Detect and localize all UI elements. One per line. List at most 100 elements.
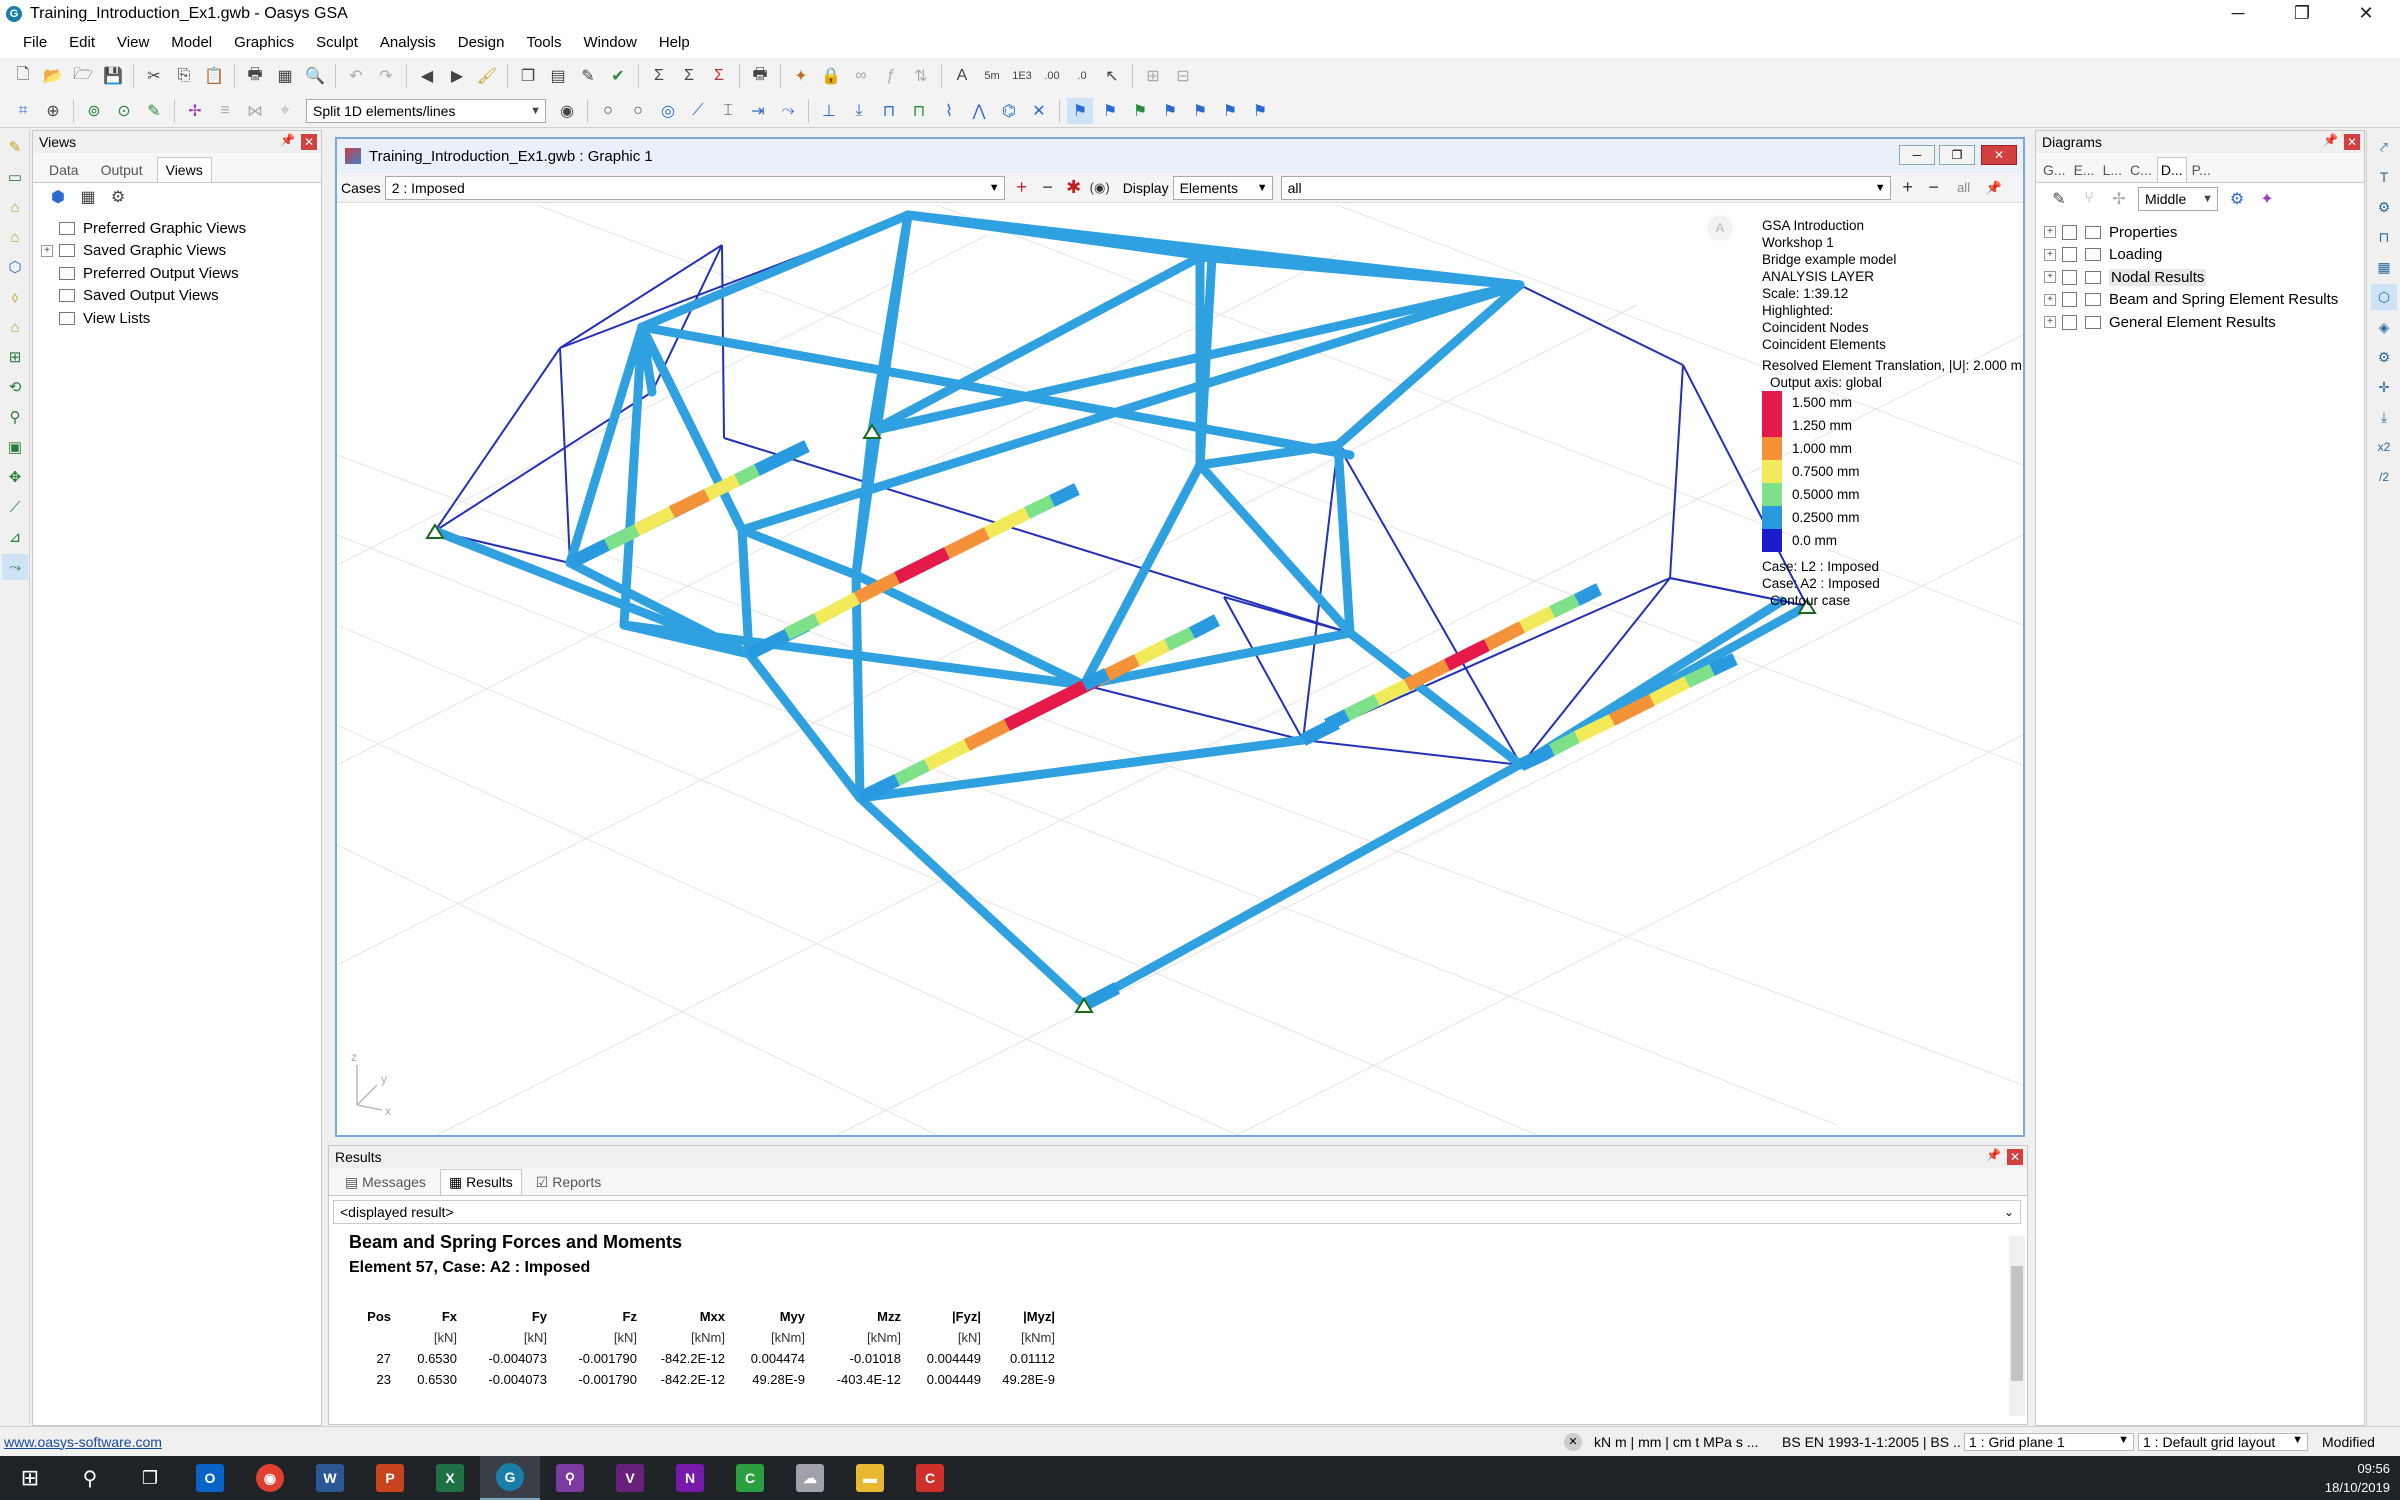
support-icon[interactable]: ⊥ (816, 98, 842, 124)
windows-start-icon[interactable]: ⊞ (0, 1456, 60, 1500)
redo-icon[interactable]: ↷ (373, 63, 399, 89)
select-icon[interactable]: ⌗ (10, 98, 36, 124)
increase-decimal-icon[interactable]: .00 (1039, 63, 1065, 89)
results-diagram3-icon[interactable]: ⚑ (1127, 98, 1153, 124)
graphic-canvas[interactable]: z y x A GSA Introduction Workshop 1 Brid… (337, 205, 2023, 1135)
diagrams-panel-close-button[interactable]: ✕ (2344, 134, 2360, 150)
cube-tool-icon[interactable]: ⬡ (2371, 284, 2397, 310)
wizard-icon[interactable]: ✱ (1063, 177, 1085, 198)
menu-model[interactable]: Model (160, 28, 223, 58)
filter-tool-icon[interactable]: ⚙ (2371, 344, 2397, 370)
taskbar-clock[interactable]: 09:56 18/10/2019 (2325, 1459, 2390, 1497)
close-button[interactable]: ✕ (2334, 0, 2398, 28)
paste-icon[interactable]: 📋 (201, 63, 227, 89)
node-edit-icon[interactable]: ✎ (141, 98, 167, 124)
draw-icon[interactable]: ✎ (2, 134, 28, 160)
expand-icon[interactable]: + (41, 244, 53, 257)
save-icon[interactable]: 💾 (100, 63, 126, 89)
preview-icon[interactable]: 🔍 (302, 63, 328, 89)
menu-view[interactable]: View (106, 28, 160, 58)
remove-case-icon[interactable]: − (1037, 177, 1059, 198)
node-filter-icon[interactable]: ◎ (655, 98, 681, 124)
zoom-icon[interactable]: ⚲ (2, 404, 28, 430)
checkbox[interactable] (2062, 314, 2077, 330)
onenote-icon[interactable]: N (660, 1456, 720, 1500)
element-icon[interactable]: ▭ (2, 164, 28, 190)
numbered-point-icon[interactable]: ○ (625, 98, 651, 124)
fit-icon[interactable]: ▣ (2, 434, 28, 460)
align-icon[interactable]: ⌖ (272, 98, 298, 124)
load-icon[interactable]: ⤓ (846, 98, 872, 124)
all-button[interactable]: all (1949, 180, 1979, 195)
cases-select[interactable]: 2 : Imposed ▼ (384, 175, 1005, 200)
tab-graphics[interactable]: G... (2040, 158, 2069, 182)
tree-item-beam-spring-results[interactable]: + Beam and Spring Element Results (2044, 289, 2356, 312)
print-output-icon[interactable]: 🖶 (747, 63, 773, 89)
list-select[interactable]: all ▼ (1280, 175, 1891, 200)
contour-tool-icon[interactable]: ◈ (2371, 314, 2397, 340)
menu-edit[interactable]: Edit (58, 28, 106, 58)
menu-graphics[interactable]: Graphics (223, 28, 305, 58)
forward-icon[interactable]: ▶ (444, 63, 470, 89)
node-search-icon[interactable]: ⊙ (111, 98, 137, 124)
tab-diagrams[interactable]: D... (2156, 157, 2187, 182)
cube-icon[interactable]: ⬡ (2, 254, 28, 280)
expand-icon[interactable]: + (2044, 271, 2056, 284)
sum-delete-icon[interactable]: Σ (706, 63, 732, 89)
diagram-icon[interactable]: ⋀ (966, 98, 992, 124)
expand-icon[interactable]: + (2044, 293, 2056, 306)
tree-item-preferred-graphic-views[interactable]: Preferred Graphic Views (41, 217, 313, 240)
text-tool-icon[interactable]: T (2371, 164, 2397, 190)
move-tool-icon[interactable]: ✛ (2371, 374, 2397, 400)
displayed-result-select[interactable]: <displayed result> ⌄ (333, 1200, 2021, 1224)
grid-tool-icon[interactable]: ⊞ (2, 344, 28, 370)
vector-icon[interactable]: ✕ (1026, 98, 1052, 124)
point-icon[interactable]: ○ (595, 98, 621, 124)
cut-icon[interactable]: ✂ (141, 63, 167, 89)
label-icon[interactable]: 5m (979, 63, 1005, 89)
add-case-icon[interactable]: + (1011, 177, 1033, 198)
path-icon[interactable]: ⤳ (2, 554, 28, 580)
pan-icon[interactable]: ✥ (2, 464, 28, 490)
clear-status-icon[interactable]: ✕ (1564, 1432, 1582, 1451)
snap-icon[interactable]: ⊿ (2, 524, 28, 550)
gsa-taskbar-icon[interactable]: G (480, 1456, 540, 1500)
file-explorer-icon[interactable]: ▬ (840, 1456, 900, 1500)
decimal-icon[interactable]: 1E3 (1009, 63, 1035, 89)
results-scrollbar[interactable] (2009, 1236, 2025, 1416)
menu-design[interactable]: Design (447, 28, 516, 58)
tab-labels[interactable]: L... (2100, 158, 2125, 182)
diagram-filter-icon[interactable]: ⑂ (2076, 186, 2102, 212)
frame-icon[interactable]: ⊓ (876, 98, 902, 124)
dimension-icon[interactable]: ⇥ (745, 98, 771, 124)
undo-icon[interactable]: ↶ (343, 63, 369, 89)
building-icon[interactable]: ⌂ (2, 194, 28, 220)
grid-plane-select[interactable]: 1 : Grid plane 1 ▼ (1964, 1432, 2134, 1451)
tree-item-saved-output-views[interactable]: Saved Output Views (41, 285, 313, 308)
decrease-decimal-icon[interactable]: .0 (1069, 63, 1095, 89)
tree-item-preferred-output-views[interactable]: Preferred Output Views (41, 262, 313, 285)
pin-icon[interactable]: 📌 (1983, 180, 2005, 196)
settings-tool-icon[interactable]: ⚙ (2371, 194, 2397, 220)
check-icon[interactable]: ✔ (605, 63, 631, 89)
visual-studio-icon[interactable]: V (600, 1456, 660, 1500)
sum-icon[interactable]: Σ (646, 63, 672, 89)
frame-tool-icon[interactable]: ⊓ (2371, 224, 2397, 250)
website-link[interactable]: www.oasys-software.com (4, 1434, 1564, 1450)
new-view-icon[interactable]: ⬢ (45, 184, 71, 210)
sculpt-icon[interactable]: ✢ (182, 98, 208, 124)
link-icon[interactable]: ∞ (848, 63, 874, 89)
tab-contours[interactable]: C... (2127, 158, 2155, 182)
results-diagram7-icon[interactable]: ⚑ (1247, 98, 1273, 124)
node-add-icon[interactable]: ⊚ (81, 98, 107, 124)
restore-button[interactable]: ❐ (2270, 0, 2334, 28)
lock-icon[interactable]: 🔒 (818, 63, 844, 89)
expand-icon[interactable]: + (2044, 316, 2056, 329)
tab-results[interactable]: ▦ Results (439, 1169, 522, 1195)
diagram-add-icon[interactable]: ✢ (2106, 186, 2132, 212)
menu-sculpt[interactable]: Sculpt (305, 28, 369, 58)
line-icon[interactable]: ⟋ (685, 98, 711, 124)
snap-tool-icon[interactable]: ⤓ (2371, 404, 2397, 430)
results-diagram6-icon[interactable]: ⚑ (1217, 98, 1243, 124)
wand-icon[interactable]: ✦ (788, 63, 814, 89)
